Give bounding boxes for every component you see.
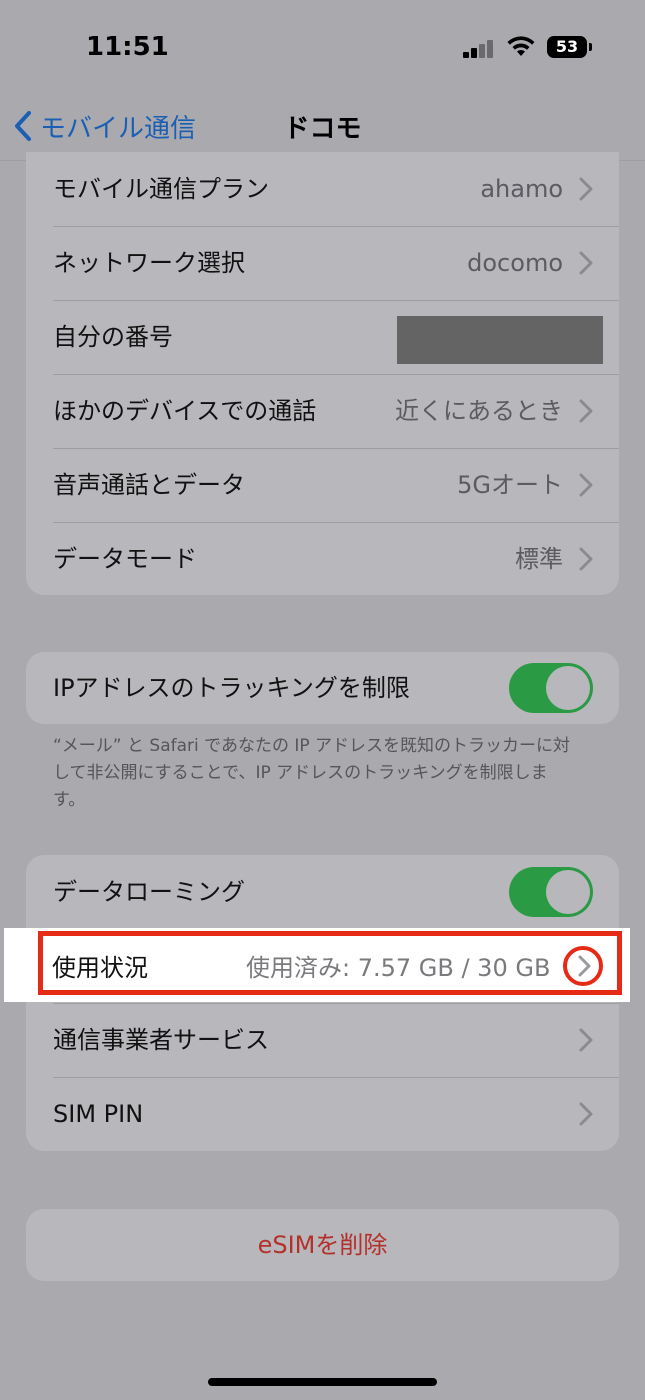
row-label: 音声通話とデータ (53, 471, 245, 499)
wifi-icon (507, 36, 535, 56)
chevron-right-icon (579, 177, 593, 201)
status-bar: 11:51 53 (0, 0, 645, 96)
ip-tracking-footnote: “メール” と Safari であなたの IP アドレスを既知のトラッカーに対し… (53, 736, 571, 810)
row-label: ほかのデバイスでの通話 (53, 397, 317, 425)
roaming-usage-group: データローミング 通信事業者サービス SIM PIN (26, 855, 619, 1151)
battery-icon: 53 (547, 36, 592, 58)
row-label: モバイル通信プラン (53, 175, 269, 203)
chevron-right-icon (579, 251, 593, 275)
row-label: 通信事業者サービス (53, 1026, 269, 1054)
status-time: 11:51 (86, 32, 169, 62)
page-title: ドコモ (283, 114, 362, 144)
chevron-right-icon (579, 473, 593, 497)
redacted-phone-number (397, 316, 603, 364)
data-roaming-toggle[interactable] (509, 867, 593, 917)
my-number-row: 自分の番号 (26, 300, 619, 374)
carrier-services-row[interactable]: 通信事業者サービス (26, 1003, 619, 1077)
ip-tracking-row: IPアドレスのトラッキングを制限 (26, 652, 619, 724)
carrier-settings-group: モバイル通信プラン ahamo ネットワーク選択 docomo 自分の番号 ほか… (26, 152, 619, 595)
row-label: SIM PIN (53, 1100, 144, 1128)
chevron-right-icon[interactable] (578, 955, 591, 977)
ip-tracking-group: IPアドレスのトラッキングを制限 (26, 652, 619, 724)
data-roaming-row: データローミング (26, 855, 619, 929)
chevron-right-icon (579, 547, 593, 571)
row-value: 標準 (515, 545, 563, 573)
chevron-right-icon (579, 399, 593, 423)
toggle-knob (546, 870, 590, 914)
calls-on-other-devices-row[interactable]: ほかのデバイスでの通話 近くにあるとき (26, 374, 619, 448)
cellular-signal-icon (463, 38, 495, 58)
ip-tracking-toggle[interactable] (509, 663, 593, 713)
row-value: ahamo (480, 175, 563, 203)
voice-and-data-row[interactable]: 音声通話とデータ 5Gオート (26, 448, 619, 522)
delete-esim-button[interactable]: eSIMを削除 (26, 1209, 619, 1281)
chevron-right-icon (579, 1102, 593, 1126)
chevron-right-icon (579, 1028, 593, 1052)
row-label: 自分の番号 (53, 323, 173, 351)
toggle-knob (546, 666, 590, 710)
row-label: ネットワーク選択 (53, 249, 245, 277)
row-label: データモード (53, 545, 197, 573)
usage-label: 使用状況 (52, 954, 148, 982)
ip-tracking-label: IPアドレスのトラッキングを制限 (53, 674, 410, 702)
usage-value: 使用済み: 7.57 GB / 30 GB (246, 954, 551, 982)
row-value: 5Gオート (457, 471, 563, 499)
data-roaming-label: データローミング (53, 878, 245, 906)
row-value: 近くにあるとき (395, 397, 563, 425)
sim-pin-row[interactable]: SIM PIN (26, 1077, 619, 1151)
data-mode-row[interactable]: データモード 標準 (26, 522, 619, 595)
home-indicator (208, 1378, 437, 1386)
network-selection-row[interactable]: ネットワーク選択 docomo (26, 226, 619, 300)
mobile-plan-row[interactable]: モバイル通信プラン ahamo (26, 152, 619, 226)
row-value: docomo (467, 249, 563, 277)
